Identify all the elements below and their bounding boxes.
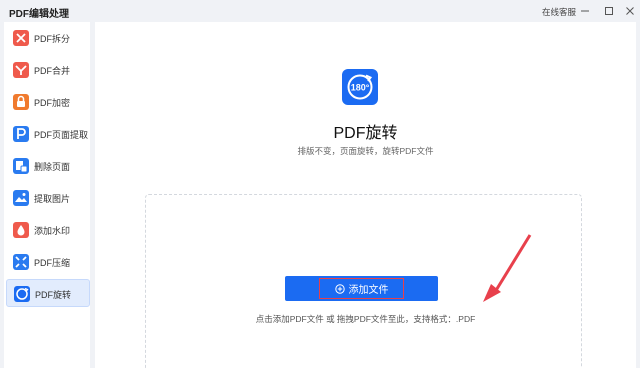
upload-hint: 点击添加PDF文件 或 拖拽PDF文件至此，支持格式：.PDF — [255, 314, 476, 324]
main-panel: 180° PDF旋转 排版不变，页面旋转，旋转PDF文件 添加文件 点击添加PD… — [95, 22, 636, 368]
add-file-label: 添加文件 — [348, 285, 389, 296]
sidebar-item-pdf-split[interactable]: PDF拆分 — [6, 24, 90, 52]
sidebar-item-pdf-page-extract[interactable]: PDF页面提取 — [6, 120, 90, 148]
sidebar-item-label: PDF页面提取 — [34, 130, 89, 140]
sidebar-item-pdf-compress[interactable]: PDF压缩 — [6, 248, 90, 276]
maximize-icon[interactable] — [601, 3, 617, 19]
sidebar-item-pdf-merge[interactable]: PDF合并 — [6, 56, 90, 84]
sidebar-item-label: PDF加密 — [34, 98, 71, 108]
merge-icon — [13, 62, 29, 78]
watermark-icon — [13, 222, 29, 238]
image-icon — [13, 190, 29, 206]
online-support-link[interactable]: 在线客服 — [542, 6, 576, 18]
minimize-icon[interactable] — [577, 3, 593, 19]
delete-page-icon — [13, 158, 29, 174]
sidebar-item-label: PDF旋转 — [35, 290, 72, 300]
red-arrow-annotation — [483, 234, 532, 302]
compress-icon — [13, 254, 29, 270]
app-title: PDF编辑处理 — [9, 9, 69, 20]
page-subtitle: 排版不变，页面旋转，旋转PDF文件 — [297, 146, 434, 156]
page-title: PDF旋转 — [333, 125, 398, 142]
rotate-180-label: 180° — [351, 83, 370, 93]
sidebar-item-pdf-rotate[interactable]: PDF旋转 — [6, 279, 90, 307]
sidebar-item-extract-image[interactable]: 提取图片 — [6, 184, 90, 212]
sidebar-item-label: 删除页面 — [34, 162, 71, 172]
sidebar-item-add-watermark[interactable]: 添加水印 — [6, 216, 90, 244]
add-file-button[interactable]: 添加文件 — [285, 276, 438, 301]
rotate-icon — [14, 286, 30, 302]
close-icon[interactable] — [622, 3, 638, 19]
sidebar-item-label: PDF拆分 — [34, 34, 71, 44]
split-icon — [13, 30, 29, 46]
sidebar-item-pdf-encrypt[interactable]: PDF加密 — [6, 88, 90, 116]
sidebar-item-label: 添加水印 — [34, 226, 71, 236]
plus-circle-icon — [334, 283, 345, 294]
sidebar-item-delete-page[interactable]: 删除页面 — [6, 152, 90, 180]
sidebar-item-label: PDF合并 — [34, 66, 71, 76]
add-file-highlight: 添加文件 — [319, 278, 404, 299]
title-bar: PDF编辑处理 在线客服 — [0, 0, 640, 22]
sidebar: PDF拆分 PDF合并 PDF加密 PDF页面提取 删除页面 提取图片 添加水印… — [4, 22, 90, 368]
lock-icon — [13, 94, 29, 110]
sidebar-item-label: PDF压缩 — [34, 258, 71, 268]
extract-page-icon — [13, 126, 29, 142]
sidebar-item-label: 提取图片 — [34, 194, 71, 204]
rotate-180-icon: 180° — [342, 69, 378, 105]
